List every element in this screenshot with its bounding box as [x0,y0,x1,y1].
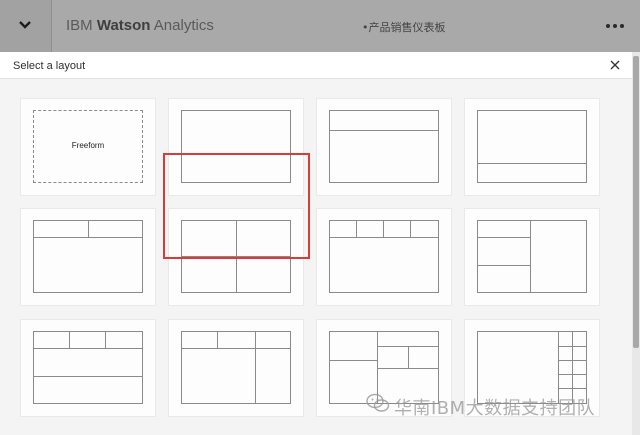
brand-prefix: IBM [66,17,93,34]
layout-preview [477,110,587,183]
layout-three-header-right-column[interactable] [168,319,304,417]
brand-suffix: Analytics [153,17,214,34]
layout-preview [477,220,587,293]
layout-gallery: Freeform [0,79,632,435]
layout-preview [33,220,143,293]
scrollbar-thumb[interactable] [633,56,639,348]
layout-freeform[interactable]: Freeform [20,98,156,196]
app-brand: IBM Watson Analytics [66,17,214,34]
watermark-text: 华南IBM大数据支持团队 [394,398,596,419]
app-header: IBM Watson Analytics •产品销售仪表板 [0,0,640,52]
more-horizontal-icon [620,24,624,28]
more-options-button[interactable] [600,18,630,34]
layout-body-footer[interactable] [464,98,600,196]
collapse-button[interactable] [0,0,52,52]
more-horizontal-icon [606,24,610,28]
selected-layout-highlight [163,153,310,259]
layout-dialog: Select a layout Freeform [0,52,632,435]
close-button[interactable] [608,58,622,72]
layout-two-header-body[interactable] [20,208,156,306]
layout-preview [329,220,439,293]
layout-preview [33,331,143,404]
scrollbar[interactable] [632,52,640,435]
close-icon [610,60,620,70]
layout-preview: Freeform [33,110,143,183]
layout-preview [329,110,439,183]
layout-left-split-right[interactable] [464,208,600,306]
layout-four-header-body[interactable] [316,208,452,306]
brand-bold: Watson [96,17,151,34]
layout-three-header-two-rows[interactable] [20,319,156,417]
dashboard-title: •产品销售仪表板 [362,21,446,34]
dialog-title: Select a layout [13,60,86,72]
freeform-label: Freeform [71,141,105,150]
chevron-down-icon [19,21,31,29]
more-horizontal-icon [613,24,617,28]
layout-preview [181,331,291,404]
layout-header-body[interactable] [316,98,452,196]
wechat-icon [366,393,390,412]
